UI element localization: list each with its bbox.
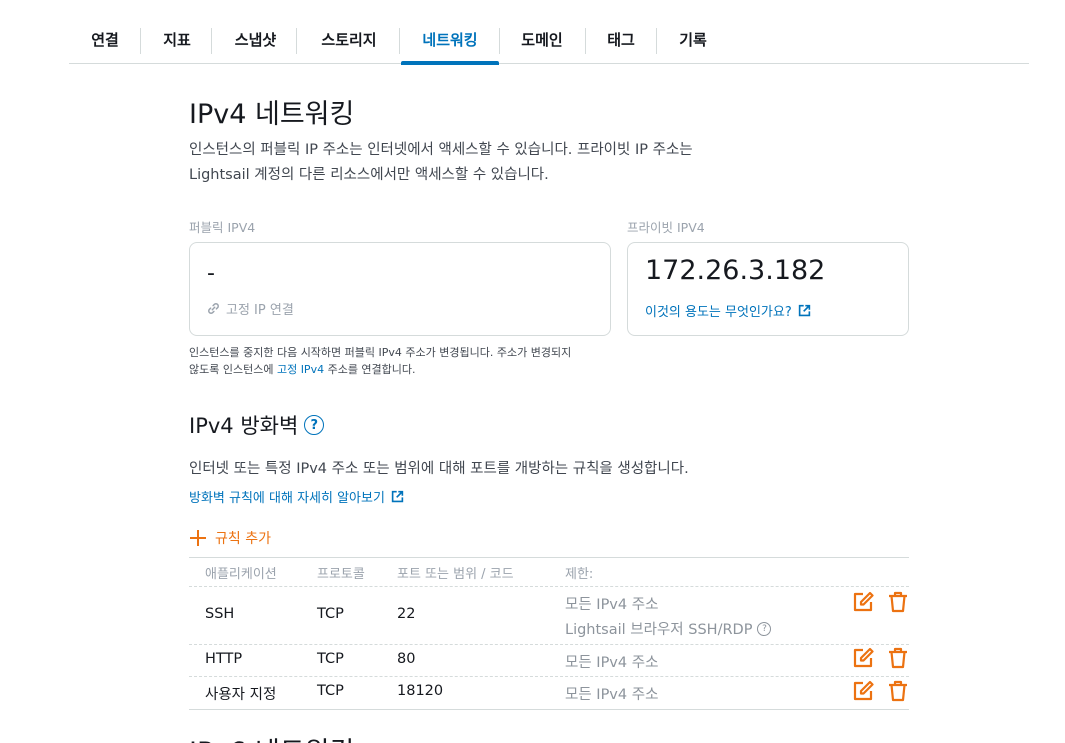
tab-networking[interactable]: 네트워킹 xyxy=(401,26,499,65)
cell-restriction: 모든 IPv4 주소 xyxy=(565,655,659,671)
public-ipv4-value: - xyxy=(207,261,215,286)
edit-icon[interactable] xyxy=(852,647,874,669)
cell-restriction-browser: Lightsail 브라우저 SSH/RDP ? xyxy=(565,618,772,639)
browser-ssh-label: Lightsail 브라우저 SSH/RDP xyxy=(565,622,753,638)
link-icon xyxy=(208,303,219,314)
learn-more-label: 방화벽 규칙에 대해 자세히 알아보기 xyxy=(189,491,385,506)
ipv4-firewall-heading: IPv4 방화벽 ? xyxy=(189,410,325,440)
row-actions xyxy=(852,591,909,613)
firewall-title: IPv4 방화벽 xyxy=(189,414,299,438)
cell-restriction: 모든 IPv4 주소 xyxy=(565,597,659,613)
tab-history[interactable]: 기록 xyxy=(669,26,717,64)
tab-label: 태그 xyxy=(607,31,635,49)
tab-label: 도메인 xyxy=(521,31,563,49)
tab-divider xyxy=(656,28,657,54)
table-row: SSH TCP 22 모든 IPv4 주소 Lightsail 브라우저 SSH… xyxy=(189,587,909,645)
cell-protocol: TCP xyxy=(317,606,344,622)
private-ipv4-card: 172.26.3.182 이것의 용도는 무엇인가요? xyxy=(627,242,909,336)
private-ipv4-value: 172.26.3.182 xyxy=(645,255,826,286)
help-icon[interactable]: ? xyxy=(757,621,772,636)
column-header-restriction: 제한: xyxy=(565,567,594,582)
tab-divider xyxy=(140,28,141,54)
static-ipv4-link[interactable]: 고정 IPv4 xyxy=(277,363,324,376)
add-rule-button[interactable]: 규칙 추가 xyxy=(189,528,271,548)
edit-icon[interactable] xyxy=(852,680,874,702)
ipv4-networking-heading: IPv4 네트워킹 xyxy=(189,99,355,130)
private-ipv4-label: 프라이빗 IPV4 xyxy=(627,220,705,235)
public-ipv4-label: 퍼블릭 IPV4 xyxy=(189,220,256,235)
external-link-icon xyxy=(798,304,810,317)
tab-divider xyxy=(399,28,400,54)
note-text: 주소를 연결합니다. xyxy=(324,363,416,376)
tab-label: 지표 xyxy=(163,31,191,49)
trash-icon[interactable] xyxy=(887,591,909,613)
what-is-this-for-label: 이것의 용도는 무엇인가요? xyxy=(645,305,792,320)
cell-application: SSH xyxy=(205,606,235,622)
column-header-port: 포트 또는 범위 / 코드 xyxy=(397,567,514,582)
table-header: 애플리케이션 프로토콜 포트 또는 범위 / 코드 제한: xyxy=(189,557,909,587)
ipv6-networking-heading: IPv6 네트워킹 xyxy=(189,730,354,743)
tab-label: 연결 xyxy=(91,31,119,49)
ip-change-note-line2: 않도록 인스턴스에 고정 IPv4 주소를 연결합니다. xyxy=(189,361,416,378)
help-icon[interactable]: ? xyxy=(304,415,325,435)
tab-connect[interactable]: 연결 xyxy=(81,26,129,64)
column-header-protocol: 프로토콜 xyxy=(317,567,365,582)
edit-icon[interactable] xyxy=(852,591,874,613)
ip-change-note-line1: 인스턴스를 중지한 다음 시작하면 퍼블릭 IPv4 주소가 변경됩니다. 주소… xyxy=(189,346,572,359)
cell-protocol: TCP xyxy=(317,651,344,667)
cell-restriction: 모든 IPv4 주소 xyxy=(565,687,659,703)
tab-storage[interactable]: 스토리지 xyxy=(308,26,390,64)
ipv4-description-line2: Lightsail 계정의 다른 리소스에서만 액세스할 수 있습니다. xyxy=(189,167,549,183)
public-ipv4-card: - 고정 IP 연결 xyxy=(189,242,611,336)
cell-protocol: TCP xyxy=(317,683,344,699)
trash-icon[interactable] xyxy=(887,647,909,669)
ipv4-description-line1: 인스턴스의 퍼블릭 IP 주소는 인터넷에서 액세스할 수 있습니다. 프라이빗… xyxy=(189,142,693,158)
plus-icon xyxy=(190,530,206,546)
cell-application: 사용자 지정 xyxy=(205,687,277,703)
cell-application: HTTP xyxy=(205,651,243,667)
column-header-application: 애플리케이션 xyxy=(205,567,277,582)
firewall-description: 인터넷 또는 특정 IPv4 주소 또는 범위에 대해 포트를 개방하는 규칙을… xyxy=(189,461,689,477)
tab-divider xyxy=(499,28,500,54)
row-actions xyxy=(852,647,909,669)
firewall-learn-more-link[interactable]: 방화벽 규칙에 대해 자세히 알아보기 xyxy=(189,487,404,506)
tab-divider xyxy=(585,28,586,54)
row-actions xyxy=(852,680,909,702)
tab-label: 네트워킹 xyxy=(422,31,478,49)
what-is-this-for-link[interactable]: 이것의 용도는 무엇인가요? xyxy=(645,301,811,320)
tab-divider xyxy=(296,28,297,54)
tab-metrics[interactable]: 지표 xyxy=(152,26,202,64)
trash-icon[interactable] xyxy=(887,680,909,702)
cell-port: 22 xyxy=(397,606,416,622)
attach-static-ip-label: 고정 IP 연결 xyxy=(226,303,294,318)
table-row: 사용자 지정 TCP 18120 모든 IPv4 주소 xyxy=(189,677,909,710)
table-row: HTTP TCP 80 모든 IPv4 주소 xyxy=(189,645,909,677)
add-rule-label: 규칙 추가 xyxy=(215,531,271,547)
tab-label: 스냅샷 xyxy=(234,31,277,49)
note-text: 않도록 인스턴스에 xyxy=(189,363,277,376)
tab-divider xyxy=(211,28,212,54)
attach-static-ip-link[interactable]: 고정 IP 연결 xyxy=(207,299,294,318)
external-link-icon xyxy=(391,490,404,503)
cell-port: 18120 xyxy=(397,683,444,699)
cell-port: 80 xyxy=(397,651,416,667)
tab-label: 스토리지 xyxy=(321,31,377,49)
tab-bar: 연결 지표 스냅샷 스토리지 네트워킹 도메인 태그 기록 xyxy=(69,0,1029,65)
tab-domains[interactable]: 도메인 xyxy=(509,26,575,64)
tab-tags[interactable]: 태그 xyxy=(597,26,645,64)
tab-snapshots[interactable]: 스냅샷 xyxy=(224,26,287,64)
tab-label: 기록 xyxy=(679,31,707,49)
